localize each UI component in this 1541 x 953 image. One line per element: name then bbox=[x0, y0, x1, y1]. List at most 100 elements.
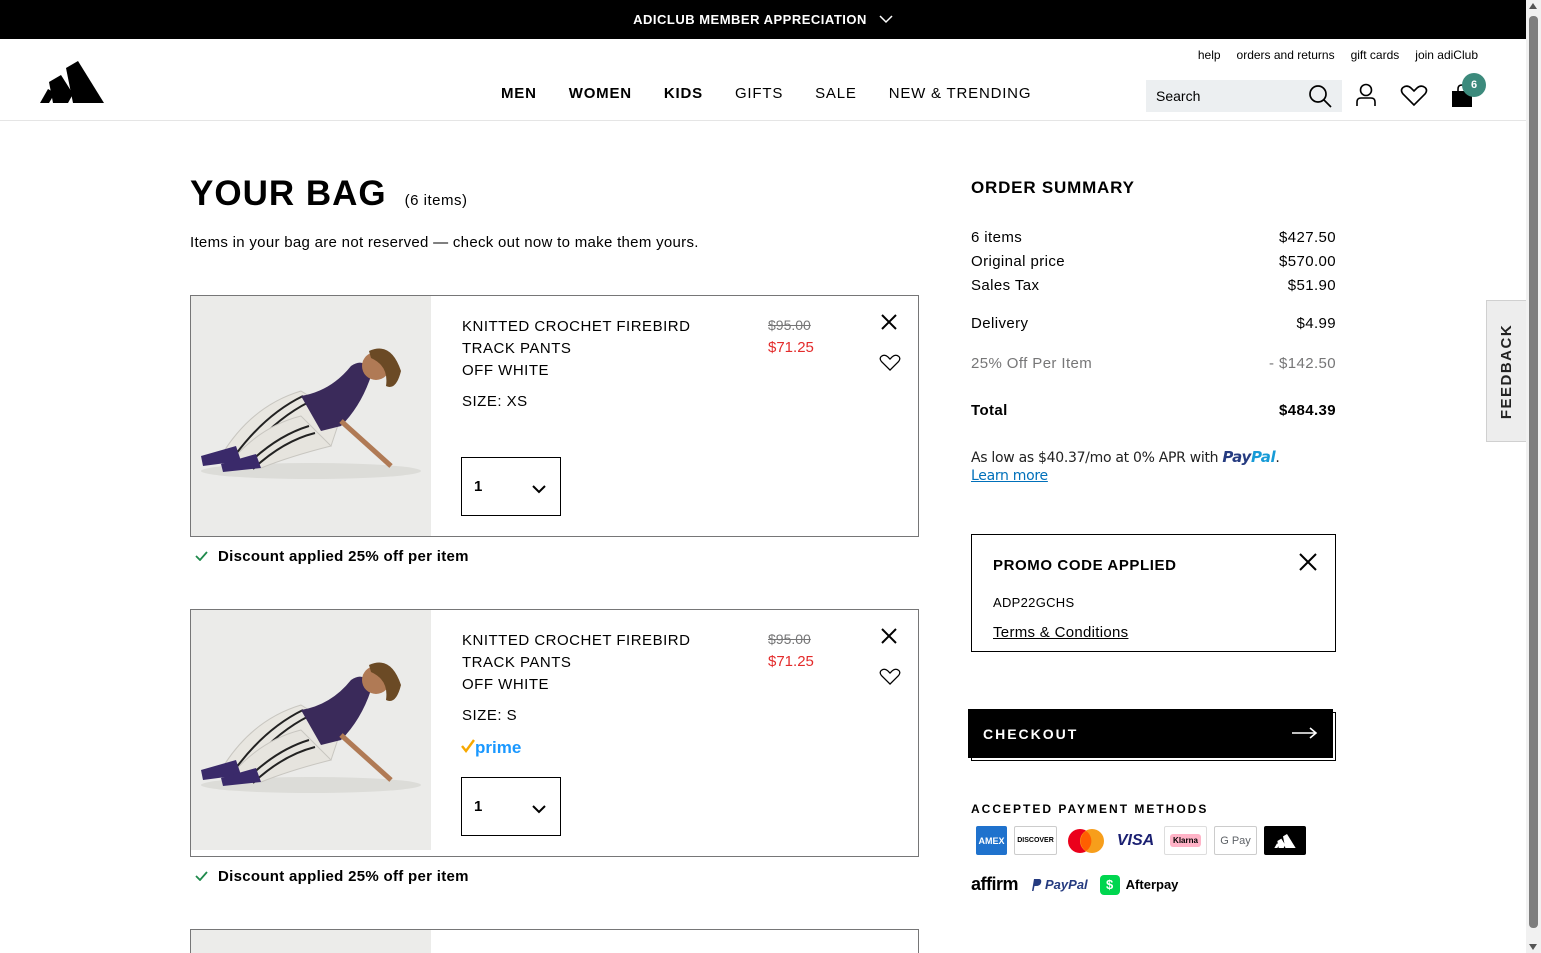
quantity-select[interactable]: 1 bbox=[461, 457, 561, 516]
account-icon[interactable] bbox=[1355, 83, 1377, 112]
main-nav: MEN WOMEN KIDS GIFTS SALE NEW & TRENDING bbox=[501, 85, 1031, 102]
nav-women[interactable]: WOMEN bbox=[569, 85, 632, 102]
checkout-area: CHECKOUT bbox=[968, 709, 1336, 761]
discount-note: Discount applied 25% off per item bbox=[195, 868, 469, 885]
product-size: SIZE: S bbox=[462, 707, 518, 724]
product-name[interactable]: KNITTED CROCHET FIREBIRD TRACK PANTS OFF… bbox=[462, 630, 742, 696]
paypal-financing-text: As low as $40.37/mo at 0% APR with PayPa… bbox=[971, 448, 1280, 466]
cart-item: KNITTED CROCHET FIREBIRD TRACK PANTS OFF… bbox=[190, 295, 919, 537]
nav-kids[interactable]: KIDS bbox=[664, 85, 703, 102]
remove-promo-icon[interactable] bbox=[1299, 553, 1317, 576]
utility-links: help orders and returns gift cards join … bbox=[1198, 48, 1478, 62]
discount-note: Discount applied 25% off per item bbox=[195, 548, 469, 565]
summary-label: Delivery bbox=[971, 315, 1029, 332]
summary-value: $4.99 bbox=[1296, 315, 1336, 332]
promo-bar-text: ADICLUB MEMBER APPRECIATION bbox=[633, 12, 867, 27]
paypal-logo: PayPal bbox=[1222, 448, 1275, 466]
adidas-pay-icon bbox=[1264, 826, 1306, 855]
scrollbar-thumb[interactable] bbox=[1529, 16, 1538, 928]
promo-title: PROMO CODE APPLIED bbox=[993, 557, 1177, 574]
sale-price: $71.25 bbox=[768, 653, 814, 670]
payment-icons-row: AMEX DISCOVER VISA Klarna G Pay bbox=[976, 826, 1306, 855]
afterpay-text: Afterpay bbox=[1125, 877, 1179, 892]
wishlist-icon[interactable] bbox=[879, 668, 901, 691]
summary-label: 6 items bbox=[971, 229, 1023, 246]
scroll-down-arrow[interactable] bbox=[1529, 944, 1537, 950]
discover-icon: DISCOVER bbox=[1014, 826, 1057, 855]
orders-returns-link[interactable]: orders and returns bbox=[1237, 48, 1335, 62]
nav-new-trending[interactable]: NEW & TRENDING bbox=[889, 85, 1032, 102]
quantity-value: 1 bbox=[474, 478, 483, 495]
summary-row-tax: Sales Tax $51.90 bbox=[971, 277, 1336, 294]
payment-methods-title: ACCEPTED PAYMENT METHODS bbox=[971, 802, 1209, 816]
summary-label: Original price bbox=[971, 253, 1065, 270]
page-scrollbar[interactable] bbox=[1526, 0, 1541, 953]
promo-code-box: PROMO CODE APPLIED ADP22GCHS Terms & Con… bbox=[971, 534, 1336, 652]
nav-men[interactable]: MEN bbox=[501, 85, 537, 102]
paypal-brand-pal: Pal bbox=[1250, 448, 1276, 466]
cash-app-icon: $ bbox=[1099, 874, 1120, 895]
quantity-select[interactable]: 1 bbox=[461, 777, 561, 836]
scroll-up-arrow[interactable] bbox=[1529, 3, 1537, 9]
summary-value: $570.00 bbox=[1278, 253, 1336, 270]
summary-row-original: Original price $570.00 bbox=[971, 253, 1336, 270]
checkout-label: CHECKOUT bbox=[983, 725, 1079, 742]
search-icon[interactable] bbox=[1308, 84, 1332, 113]
product-title: KNITTED CROCHET FIREBIRD TRACK PANTS bbox=[462, 632, 691, 671]
mastercard-icon bbox=[1064, 826, 1107, 855]
summary-label: Total bbox=[971, 402, 1008, 419]
summary-label: Sales Tax bbox=[971, 277, 1040, 294]
checkmark-icon bbox=[195, 548, 208, 565]
summary-row-items: 6 items $427.50 bbox=[971, 229, 1336, 246]
summary-value: $427.50 bbox=[1278, 229, 1336, 246]
search-input[interactable] bbox=[1156, 88, 1306, 104]
summary-value: - $142.50 bbox=[1269, 355, 1336, 372]
promo-code: ADP22GCHS bbox=[993, 595, 1075, 610]
visa-icon: VISA bbox=[1114, 826, 1157, 855]
adidas-logo[interactable] bbox=[40, 61, 104, 103]
promo-bar[interactable]: ADICLUB MEMBER APPRECIATION bbox=[0, 0, 1526, 39]
amex-icon: AMEX bbox=[976, 826, 1007, 855]
affirm-icon: affirm bbox=[971, 874, 1019, 894]
remove-item-icon[interactable] bbox=[881, 628, 897, 649]
prime-label: prime bbox=[475, 738, 522, 757]
product-image[interactable] bbox=[191, 296, 431, 536]
learn-more-link[interactable]: Learn more bbox=[971, 468, 1048, 484]
chevron-down-icon bbox=[532, 801, 546, 818]
arrow-right-icon bbox=[1292, 726, 1318, 742]
nav-gifts[interactable]: GIFTS bbox=[735, 85, 783, 102]
original-price: $95.00 bbox=[768, 317, 811, 333]
remove-item-icon[interactable] bbox=[881, 314, 897, 335]
paypal-message: As low as $40.37/mo at 0% APR with bbox=[971, 450, 1219, 466]
product-image[interactable] bbox=[191, 610, 431, 850]
chevron-down-icon bbox=[532, 481, 546, 498]
wishlist-icon[interactable] bbox=[1400, 85, 1428, 112]
checkmark-icon bbox=[195, 868, 208, 885]
quantity-value: 1 bbox=[474, 798, 483, 815]
wishlist-icon[interactable] bbox=[879, 354, 901, 377]
feedback-tab[interactable]: FEEDBACK bbox=[1486, 300, 1526, 442]
prime-check-icon bbox=[461, 738, 475, 758]
bag-item-count: (6 items) bbox=[404, 192, 468, 209]
help-link[interactable]: help bbox=[1198, 48, 1221, 62]
gift-cards-link[interactable]: gift cards bbox=[1351, 48, 1400, 62]
terms-conditions-link[interactable]: Terms & Conditions bbox=[993, 624, 1128, 641]
summary-value: $51.90 bbox=[1287, 277, 1336, 294]
join-adiclub-link[interactable]: join adiClub bbox=[1415, 48, 1478, 62]
product-color: OFF WHITE bbox=[462, 676, 549, 693]
paypal-brand-pay: Pay bbox=[1222, 448, 1251, 466]
feedback-label: FEEDBACK bbox=[1498, 323, 1515, 419]
product-color: OFF WHITE bbox=[462, 362, 549, 379]
cart-item: KNITTED CROCHET FIREBIRD TRACK PANTS OFF… bbox=[190, 609, 919, 857]
product-size: SIZE: XS bbox=[462, 393, 528, 410]
page-title: YOUR BAG bbox=[190, 174, 387, 213]
discount-text: Discount applied 25% off per item bbox=[218, 868, 469, 885]
paypal-text: PayPal bbox=[1045, 877, 1088, 892]
product-image[interactable] bbox=[191, 930, 431, 953]
cart-item bbox=[190, 929, 919, 953]
paypal-icon: PayPal bbox=[1030, 877, 1088, 892]
nav-sale[interactable]: SALE bbox=[815, 85, 857, 102]
checkout-button[interactable]: CHECKOUT bbox=[968, 709, 1333, 758]
summary-row-delivery: Delivery $4.99 bbox=[971, 315, 1336, 332]
product-name[interactable]: KNITTED CROCHET FIREBIRD TRACK PANTS OFF… bbox=[462, 316, 742, 382]
